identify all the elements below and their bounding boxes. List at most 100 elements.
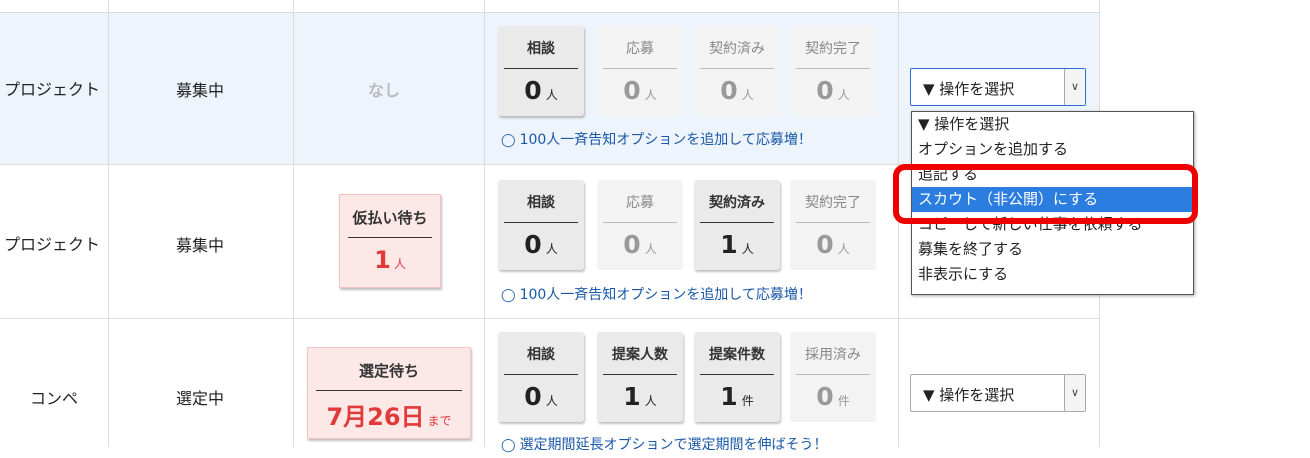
counter-apply: 応募 0人 <box>597 26 683 116</box>
lightbulb-icon: ◯ <box>501 438 516 453</box>
promo-text: 100人一斉告知オプションを追加して応募増！ <box>519 132 812 148</box>
promo-link[interactable]: ◯ 100人一斉告知オプションを追加して応募増！ <box>501 284 812 304</box>
counter-value: 0 <box>816 230 834 259</box>
promo-link[interactable]: ◯ 選定期間延長オプションで選定期間を伸ばそう！ <box>501 434 828 454</box>
counter-value: 0 <box>623 76 641 105</box>
counter-unit: 人 <box>545 242 558 256</box>
dropdown-option-copy-new-job[interactable]: コピーして新しい仕事を依頼する <box>912 212 1193 237</box>
counter-label: 契約済み <box>709 195 765 211</box>
promo-link[interactable]: ◯ 100人一斉告知オプションを追加して応募増！ <box>501 129 812 149</box>
selection-deadline-box[interactable]: 選定待ち 7月26日 まで <box>307 347 471 439</box>
pending-label: 選定待ち <box>358 362 419 380</box>
counter-divider <box>504 222 578 223</box>
counter-contracted[interactable]: 契約済み 1人 <box>694 180 780 270</box>
action-dropdown-list: ▼ 操作を選択 オプションを追加する 追記する スカウト（非公開）にする コピー… <box>911 111 1194 295</box>
action-select-value: ▼ 操作を選択 <box>923 80 1015 98</box>
counter-label: 契約完了 <box>805 195 861 211</box>
counter-divider <box>700 374 774 375</box>
dropdown-option-scout-private[interactable]: スカウト（非公開）にする <box>912 187 1193 212</box>
counter-divider <box>700 68 774 69</box>
action-select-value: ▼ 操作を選択 <box>923 386 1015 404</box>
dropdown-option-append[interactable]: 追記する <box>912 162 1193 187</box>
action-select[interactable]: ▼ 操作を選択 ∨ <box>910 68 1086 106</box>
counter-unit: 人 <box>837 88 850 102</box>
dropdown-option-end-recruiting[interactable]: 募集を終了する <box>912 237 1193 262</box>
counter-unit: 件 <box>837 394 850 408</box>
lightbulb-icon: ◯ <box>501 133 516 148</box>
pending-payment-box[interactable]: 仮払い待ち 1人 <box>339 194 441 288</box>
dropdown-option-hide[interactable]: 非表示にする <box>912 262 1193 287</box>
action-select[interactable]: ▼ 操作を選択 ∨ <box>910 374 1086 412</box>
counter-divider <box>603 222 677 223</box>
dropdown-option-add-option[interactable]: オプションを追加する <box>912 137 1193 162</box>
counter-unit: 件 <box>741 394 754 408</box>
counter-consult[interactable]: 相談 0人 <box>498 26 584 116</box>
counter-label: 相談 <box>527 195 555 211</box>
counter-consult[interactable]: 相談 0人 <box>498 332 584 422</box>
pending-unit: まで <box>427 414 452 428</box>
counter-label: 提案人数 <box>612 347 668 363</box>
counter-unit: 人 <box>644 88 657 102</box>
chevron-down-icon[interactable]: ∨ <box>1064 375 1085 411</box>
column-divider <box>293 0 294 447</box>
counter-unit: 人 <box>545 394 558 408</box>
counter-label: 契約済み <box>709 41 765 57</box>
counter-value: 0 <box>623 230 641 259</box>
column-divider <box>484 0 485 447</box>
pending-none: なし <box>368 81 401 100</box>
pending-divider <box>348 237 432 238</box>
counter-unit: 人 <box>644 242 657 256</box>
counter-value: 0 <box>524 382 542 411</box>
job-status: 募集中 <box>176 81 225 100</box>
counter-divider <box>700 222 774 223</box>
counter-proposers[interactable]: 提案人数 1人 <box>597 332 683 422</box>
counter-label: 採用済み <box>805 347 861 363</box>
job-status: 募集中 <box>176 236 225 255</box>
counter-label: 提案件数 <box>709 347 765 363</box>
counter-label: 相談 <box>527 41 555 57</box>
column-divider <box>108 0 109 447</box>
counter-unit: 人 <box>545 88 558 102</box>
dropdown-option-select[interactable]: ▼ 操作を選択 <box>912 112 1193 137</box>
counter-unit: 人 <box>741 88 754 102</box>
counter-label: 応募 <box>626 195 654 211</box>
column-divider <box>898 0 899 447</box>
counter-value: 0 <box>720 76 738 105</box>
pending-value: 7月26日 <box>326 403 425 431</box>
counter-completed: 契約完了 0人 <box>790 180 876 270</box>
counter-value: 0 <box>816 382 834 411</box>
counter-divider <box>603 374 677 375</box>
job-type: プロジェクト <box>4 235 101 254</box>
counter-label: 応募 <box>626 41 654 57</box>
counter-divider <box>796 222 870 223</box>
counter-completed: 契約完了 0人 <box>790 26 876 116</box>
counter-divider <box>603 68 677 69</box>
counter-value: 1 <box>623 382 641 411</box>
counter-divider <box>504 374 578 375</box>
counter-consult[interactable]: 相談 0人 <box>498 180 584 270</box>
pending-unit: 人 <box>393 257 406 271</box>
promo-text: 100人一斉告知オプションを追加して応募増！ <box>519 287 812 303</box>
lightbulb-icon: ◯ <box>501 288 516 303</box>
counter-value: 0 <box>816 76 834 105</box>
chevron-down-icon[interactable]: ∨ <box>1064 69 1085 105</box>
counter-proposals[interactable]: 提案件数 1件 <box>694 332 780 422</box>
pending-label: 仮払い待ち <box>352 209 428 227</box>
counter-label: 相談 <box>527 347 555 363</box>
job-type: コンペ <box>30 389 79 408</box>
counter-unit: 人 <box>741 242 754 256</box>
counter-value: 0 <box>524 230 542 259</box>
counter-adopted: 採用済み 0件 <box>790 332 876 422</box>
counter-contracted: 契約済み 0人 <box>694 26 780 116</box>
counter-value: 0 <box>524 76 542 105</box>
counter-divider <box>796 374 870 375</box>
row-divider <box>0 12 1100 13</box>
promo-text: 選定期間延長オプションで選定期間を伸ばそう！ <box>519 437 828 453</box>
job-status: 選定中 <box>176 389 225 408</box>
row-divider <box>0 318 1100 319</box>
counter-value: 1 <box>720 230 738 259</box>
counter-value: 1 <box>720 382 738 411</box>
pending-divider <box>316 390 462 391</box>
counter-divider <box>504 68 578 69</box>
pending-value: 1 <box>374 246 391 274</box>
